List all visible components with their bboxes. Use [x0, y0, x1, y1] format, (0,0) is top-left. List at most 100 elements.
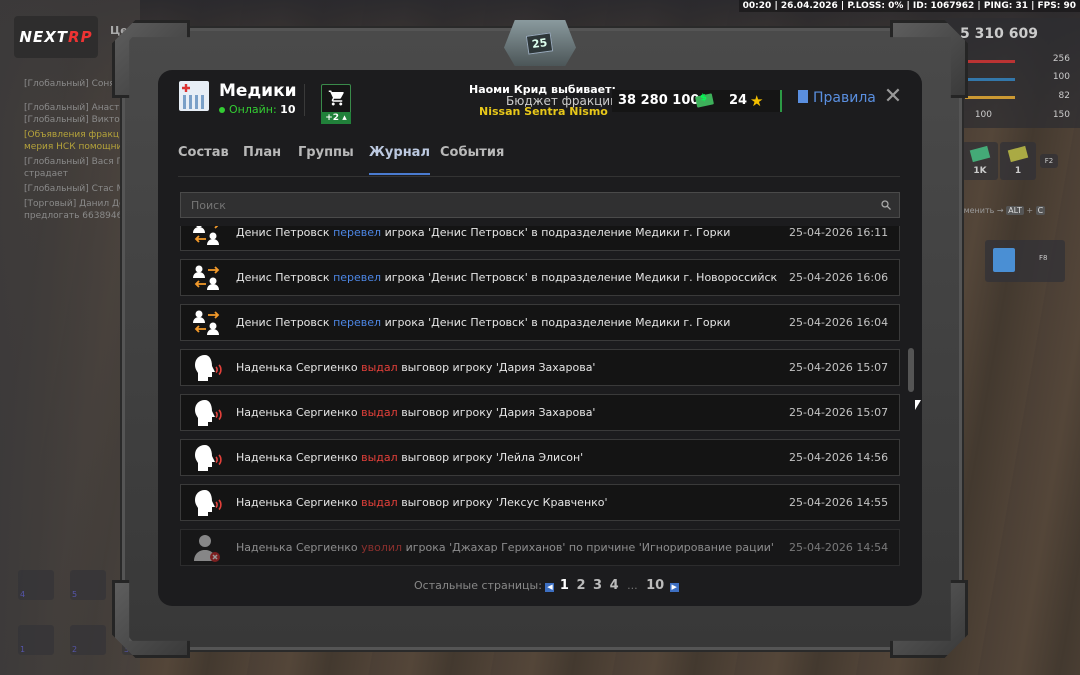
- row-text: Денис Петровск перевел игрока 'Денис Пет…: [236, 226, 730, 239]
- page-link[interactable]: 3: [593, 578, 602, 593]
- online-count: 10: [280, 103, 296, 116]
- close-button[interactable]: ✕: [882, 86, 904, 108]
- row-text: Наденька Сергиенко выдал выговор игроку …: [236, 496, 608, 509]
- cart-count-text: +2: [325, 113, 340, 123]
- rules-link[interactable]: Правила: [798, 90, 876, 106]
- search-input[interactable]: [180, 192, 900, 218]
- page-link[interactable]: 10: [646, 578, 664, 593]
- pager-ellipsis: ...: [627, 579, 638, 592]
- chat-line: страдает: [24, 169, 68, 179]
- chat-line: [Глобальный] Стас М: [24, 184, 125, 194]
- drop-item: Nissan Sentra Nismo: [479, 105, 608, 118]
- row-details: игрока 'Денис Петровск' в подразделение …: [384, 316, 731, 329]
- row-details: игрока 'Джахар Гериханов' по причине 'Иг…: [405, 541, 774, 554]
- rules-label: Правила: [813, 90, 876, 106]
- slot-number: 4: [20, 590, 26, 599]
- page-link[interactable]: 1: [560, 578, 569, 593]
- cart-count: +2 ▴: [321, 112, 351, 124]
- fire-user-icon: [194, 535, 220, 562]
- journal-row[interactable]: Денис Петровск перевел игрока 'Денис Пет…: [180, 259, 900, 296]
- star-icon: ★: [750, 92, 764, 110]
- journal-row[interactable]: Денис Петровск перевел игрока 'Денис Пет…: [180, 226, 900, 251]
- chat-line: предлогать 6638946: [24, 211, 123, 221]
- journal-row[interactable]: Наденька Сергиенко выдал выговор игроку …: [180, 394, 900, 431]
- reprimand-icon: [195, 445, 222, 471]
- tile-label: 1K: [973, 166, 987, 176]
- hunger-bar: [965, 96, 1015, 99]
- hint-label: Сменить: [958, 206, 995, 215]
- hospital-icon: [179, 81, 209, 111]
- stat-value: 100: [974, 110, 992, 120]
- row-date: 25-04-2026 14:54: [789, 541, 889, 554]
- slot-number: 1: [20, 645, 26, 654]
- health-bar: [965, 60, 1015, 63]
- journal-scrollbar[interactable]: [908, 230, 914, 566]
- calendar-icon: [993, 248, 1015, 272]
- level-badge: 25: [504, 20, 576, 66]
- page-link[interactable]: 2: [576, 578, 585, 593]
- hotbar-slot[interactable]: 4: [18, 570, 54, 600]
- row-text: Наденька Сергиенко уволил игрока 'Джахар…: [236, 541, 774, 554]
- shop-button[interactable]: +2 ▴: [321, 84, 351, 124]
- tab-bar: Состав План Группы Журнал События: [178, 145, 898, 177]
- row-details: выговор игроку 'Лексус Кравченко': [401, 496, 608, 509]
- row-date: 25-04-2026 16:06: [789, 271, 889, 284]
- cart-icon: [328, 90, 344, 106]
- calendar-key: F8: [1039, 254, 1048, 262]
- calendar-tile[interactable]: F8: [985, 240, 1065, 282]
- tab-groups[interactable]: Группы: [298, 145, 354, 175]
- server-logo: NEXT RP: [14, 16, 98, 58]
- journal-row[interactable]: Наденька Сергиенко выдал выговор игроку …: [180, 484, 900, 521]
- row-text: Наденька Сергиенко выдал выговор игроку …: [236, 361, 595, 374]
- inventory-tile[interactable]: 1: [1000, 142, 1036, 180]
- tab-plan[interactable]: План: [243, 145, 281, 175]
- stat-value: 256: [1052, 54, 1070, 64]
- journal-list: Денис Петровск перевел игрока 'Денис Пет…: [180, 226, 900, 566]
- hotbar-slot[interactable]: 5: [70, 570, 106, 600]
- hotbar-slot[interactable]: 2: [70, 625, 106, 655]
- row-details: игрока 'Денис Петровск' в подразделение …: [384, 226, 731, 239]
- online-dot-icon: [219, 107, 225, 113]
- page-link[interactable]: 4: [610, 578, 619, 593]
- prev-page-icon[interactable]: ◀: [545, 583, 555, 592]
- scroll-thumb[interactable]: [908, 348, 914, 392]
- next-page-icon[interactable]: ▶: [669, 583, 679, 592]
- key-c: C: [1035, 206, 1046, 215]
- faction-panel: Медики Онлайн: 10 +2 ▴ Наоми Крид выбива…: [158, 70, 922, 606]
- tab-journal[interactable]: Журнал: [369, 145, 430, 175]
- row-action: уволил: [361, 541, 403, 554]
- journal-row[interactable]: Денис Петровск перевел игрока 'Денис Пет…: [180, 304, 900, 341]
- stars-value: 24: [729, 93, 748, 108]
- search-icon[interactable]: [880, 199, 892, 211]
- row-action: перевел: [333, 316, 382, 329]
- logo-accent: RP: [68, 28, 93, 46]
- cash-icon: [695, 93, 714, 108]
- transfer-icon: [193, 310, 220, 335]
- journal-row[interactable]: Наденька Сергиенко выдал выговор игроку …: [180, 439, 900, 476]
- row-actor: Наденька Сергиенко: [236, 361, 358, 374]
- tile-label: 1: [1014, 166, 1022, 176]
- reprimand-icon: [195, 355, 222, 381]
- online-label: Онлайн:: [229, 103, 277, 116]
- row-action: выдал: [361, 496, 398, 509]
- journal-row[interactable]: Наденька Сергиенко выдал выговор игроку …: [180, 349, 900, 386]
- row-date: 25-04-2026 14:55: [789, 496, 889, 509]
- chat-line: [Глобальный] Анаста: [24, 103, 125, 113]
- transfer-icon: [193, 226, 219, 245]
- inventory-tile[interactable]: 1K: [962, 142, 998, 180]
- hotbar-slot[interactable]: 1: [18, 625, 54, 655]
- budget-box: 38 280 100 24 ★: [612, 90, 782, 112]
- row-action: выдал: [361, 451, 398, 464]
- document-icon: [798, 90, 808, 103]
- row-date: 25-04-2026 14:56: [789, 451, 889, 464]
- stat-value: 150: [1052, 110, 1070, 120]
- reprimand-icon: [195, 400, 222, 426]
- panel-header: Медики Онлайн: 10 +2 ▴ Наоми Крид выбива…: [158, 70, 922, 130]
- row-action: выдал: [361, 406, 398, 419]
- ticket-icon: [1007, 145, 1029, 163]
- tab-events[interactable]: События: [440, 145, 504, 175]
- journal-row[interactable]: Наденька Сергиенко уволил игрока 'Джахар…: [180, 529, 900, 566]
- tab-members[interactable]: Состав: [178, 145, 229, 175]
- mouse-cursor-icon: [915, 400, 921, 410]
- cash-icon: [969, 145, 991, 163]
